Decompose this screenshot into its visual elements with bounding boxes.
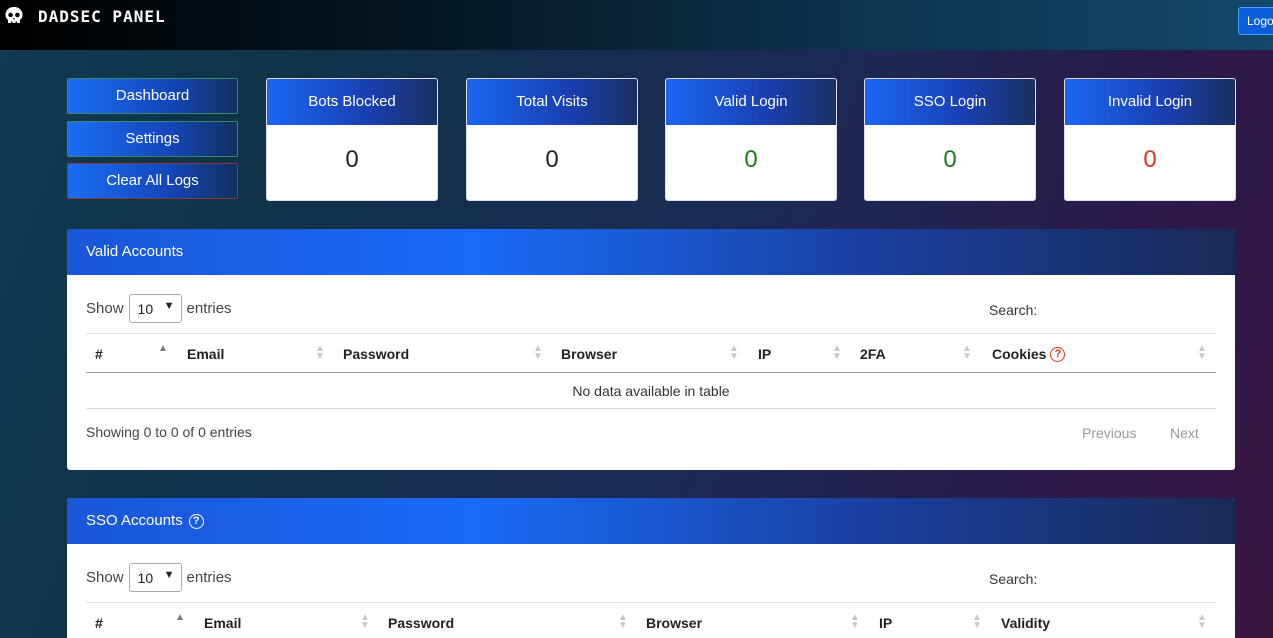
brand[interactable]: DADSEC PANEL (4, 6, 166, 26)
sort-icon: ▲ ▼ (850, 612, 860, 631)
entries-select[interactable]: 10 ▼ (128, 294, 182, 323)
table-header-row: # ▲ Email ▲ ▼ Password ▲ ▼ Browser ▲ ▼ IP ▲… (86, 333, 1216, 373)
column-header-cookies-label: Cookies (992, 346, 1047, 362)
brand-title: DADSEC PANEL (38, 6, 166, 26)
sso-accounts-header: SSO Accounts ? (67, 498, 1235, 544)
pagination-next[interactable]: Next (1170, 425, 1199, 441)
stat-card-value: 0 (545, 146, 559, 173)
stat-card-label: Total Visits (467, 79, 637, 125)
column-header-email[interactable]: Email (204, 615, 241, 631)
table-header-row: # ▲ Email ▲ ▼ Password ▲ ▼ Browser ▲ ▼ IP ▲… (86, 602, 1216, 638)
sort-icon: ▲ ▼ (533, 343, 543, 362)
sort-icon: ▲ ▼ (1197, 343, 1207, 362)
column-header-cookies[interactable]: Cookies ? (992, 346, 1066, 362)
stat-card-label: Valid Login (666, 79, 836, 125)
sort-icon: ▲ ▼ (315, 343, 325, 362)
sort-icon: ▲ ▼ (729, 343, 739, 362)
column-header-browser[interactable]: Browser (561, 346, 617, 362)
sort-icon: ▲ ▼ (832, 343, 842, 362)
stat-card-valid-login: Valid Login 0 (665, 78, 837, 201)
sort-icon: ▲ ▼ (618, 612, 628, 631)
sort-icon: ▲ ▼ (972, 612, 982, 631)
column-header-ip[interactable]: IP (879, 615, 892, 631)
stat-card-total-visits: Total Visits 0 (466, 78, 638, 201)
search-label: Search: (989, 302, 1038, 318)
column-header-validity[interactable]: Validity (1001, 615, 1050, 631)
table-controls: Show 10 ▼ entries Search: (67, 544, 1235, 602)
page-length-control: Show 10 ▼ entries (86, 563, 232, 592)
column-header-index[interactable]: # (95, 615, 103, 631)
column-header-ip[interactable]: IP (758, 346, 771, 362)
table-empty-row: No data available in table (86, 373, 1216, 409)
page-length-control: Show 10 ▼ entries (86, 294, 232, 323)
valid-accounts-panel: Valid Accounts Show 10 ▼ entries Search:… (67, 229, 1235, 470)
clear-all-logs-button[interactable]: Clear All Logs (67, 163, 238, 199)
column-header-email[interactable]: Email (187, 346, 224, 362)
show-label: Show (86, 300, 124, 317)
stat-card-bots-blocked: Bots Blocked 0 (266, 78, 438, 201)
pagination-previous[interactable]: Previous (1082, 425, 1136, 441)
stat-card-label: Bots Blocked (267, 79, 437, 125)
stat-card-sso-login: SSO Login 0 (864, 78, 1036, 201)
column-header-2fa[interactable]: 2FA (860, 346, 886, 362)
question-circle-icon[interactable]: ? (1050, 346, 1066, 362)
sort-icon: ▲ ▼ (962, 343, 972, 362)
question-circle-icon[interactable]: ? (188, 513, 204, 529)
show-label: Show (86, 569, 124, 586)
logout-button[interactable]: Logout (1238, 7, 1273, 35)
dashboard-button[interactable]: Dashboard (67, 78, 238, 114)
sort-asc-icon: ▲ (158, 343, 168, 354)
sort-asc-icon: ▲ (175, 612, 185, 623)
stat-card-label: SSO Login (865, 79, 1035, 125)
column-header-browser[interactable]: Browser (646, 615, 702, 631)
skull-icon (5, 7, 23, 23)
stat-card-label: Invalid Login (1065, 79, 1235, 125)
sort-icon: ▲ ▼ (360, 612, 370, 631)
column-header-password[interactable]: Password (388, 615, 454, 631)
table-controls: Show 10 ▼ entries Search: (67, 275, 1235, 333)
column-header-password[interactable]: Password (343, 346, 409, 362)
stat-card-value: 0 (744, 146, 758, 173)
entries-select-value: 10 (137, 301, 154, 317)
chevron-down-icon: ▼ (163, 569, 175, 581)
stat-card-value: 0 (345, 146, 359, 173)
top-navbar: DADSEC PANEL Logout (0, 0, 1273, 50)
entries-select[interactable]: 10 ▼ (128, 563, 182, 592)
search-label: Search: (989, 571, 1038, 587)
entries-select-value: 10 (137, 570, 154, 586)
column-header-index[interactable]: # (95, 346, 103, 362)
entries-label: entries (186, 300, 232, 317)
stat-card-value: 0 (943, 146, 957, 173)
sort-icon: ▲ ▼ (1197, 612, 1207, 631)
stat-card-value: 0 (1143, 146, 1157, 173)
table-info: Showing 0 to 0 of 0 entries (86, 424, 252, 440)
sso-accounts-panel: SSO Accounts ? Show 10 ▼ entries Search:… (67, 498, 1235, 638)
entries-label: entries (186, 569, 232, 586)
valid-accounts-header: Valid Accounts (67, 229, 1235, 275)
stat-card-invalid-login: Invalid Login 0 (1064, 78, 1236, 201)
panel-title: Valid Accounts (86, 243, 184, 260)
chevron-down-icon: ▼ (163, 300, 175, 312)
panel-title: SSO Accounts (86, 512, 183, 529)
settings-button[interactable]: Settings (67, 121, 238, 157)
